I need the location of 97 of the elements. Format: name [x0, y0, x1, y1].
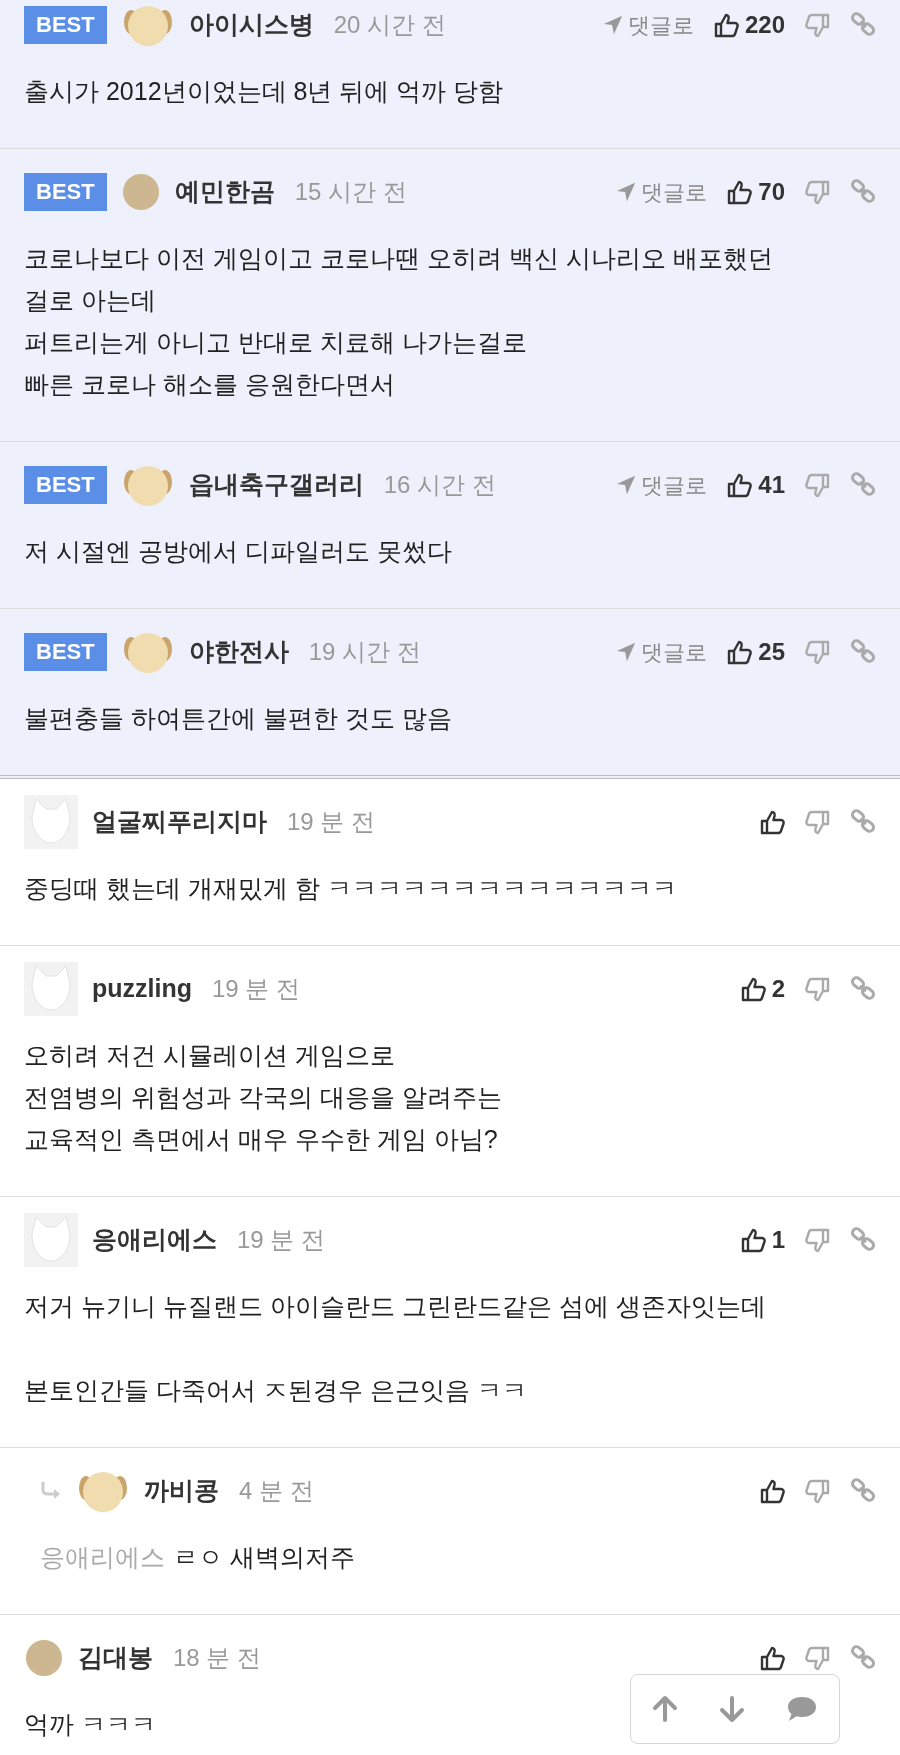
thumbs-up-icon [740, 1227, 766, 1253]
thumbs-up-icon [760, 1645, 785, 1671]
timestamp: 4 분 전 [239, 1476, 314, 1506]
comment-text: 불편충들 하여튼간에 불편한 것도 많음 [24, 703, 452, 734]
permalink-button[interactable] [850, 179, 876, 205]
like-button[interactable] [760, 1478, 785, 1504]
like-button[interactable]: 25 [727, 634, 785, 670]
thumbs-up-icon [760, 1478, 785, 1504]
best-badge: BEST [24, 465, 107, 505]
author-name[interactable]: 예민한곰 [174, 173, 275, 211]
timestamp: 19 분 전 [287, 807, 376, 837]
like-button[interactable] [760, 809, 785, 835]
comment-text: 저거 뉴기니 뉴질랜드 아이슬란드 그린란드같은 섬에 생존자잇는데 [24, 1291, 766, 1322]
thumbs-down-icon [805, 639, 830, 665]
down-arrow-icon [719, 1695, 745, 1723]
author-name[interactable]: 읍내축구갤러리 [188, 466, 364, 504]
like-button[interactable]: 70 [727, 174, 785, 210]
comment-text: 중딩때 했는데 개재밌게 함 ㅋㅋㅋㅋㅋㅋㅋㅋㅋㅋㅋㅋㅋㅋ [24, 873, 677, 904]
animal-avatar-icon [24, 795, 78, 849]
thumbs-up-icon [760, 809, 785, 835]
permalink-button[interactable] [850, 976, 876, 1002]
permalink-button[interactable] [850, 1478, 876, 1504]
permalink-button[interactable] [850, 12, 876, 38]
author-name[interactable]: 아이시스병 [188, 6, 314, 44]
author-name[interactable]: 김대봉 [78, 1639, 153, 1677]
send-arrow-icon [615, 474, 638, 496]
author-name[interactable]: 야한전사 [188, 633, 289, 671]
dislike-button[interactable] [805, 639, 830, 665]
comment-text: 저 시절엔 공방에서 디파일러도 못썼다 [24, 536, 452, 567]
thumbs-down-icon [805, 1478, 830, 1504]
thumbs-up-icon [727, 639, 753, 665]
link-icon [850, 12, 876, 38]
dislike-button[interactable] [805, 179, 830, 205]
comment-text: 억까 ㅋㅋㅋ [24, 1709, 156, 1740]
link-icon [850, 976, 876, 1002]
permalink-button[interactable] [850, 1227, 876, 1253]
thumbs-down-icon [805, 976, 830, 1002]
best-badge: BEST [24, 172, 107, 212]
like-button[interactable] [760, 1645, 785, 1671]
author-name[interactable]: 까비콩 [144, 1472, 219, 1510]
comment-text: 본토인간들 다죽어서 ㅈ된경우 은근잇음 ㅋㅋ [24, 1375, 527, 1406]
timestamp: 15 시간 전 [294, 177, 407, 207]
link-icon [850, 639, 876, 665]
comment-text: 코로나보다 이전 게임이고 코로나땐 오히려 백신 시나리오 배포했던 걸로 아는데 퍼트리는게 아니고 반대로 치료해 나가는걸로 빠른 코로나 해소를 응원한다면서 [24, 243, 773, 400]
timestamp: 19 분 전 [212, 974, 300, 1004]
best-badge: BEST [24, 5, 107, 45]
permalink-button[interactable] [850, 809, 876, 835]
author-name[interactable]: 응애리에스 [92, 1221, 217, 1259]
thumbs-up-icon [727, 179, 753, 205]
up-arrow-icon [651, 1695, 678, 1723]
timestamp: 19 시간 전 [308, 637, 421, 667]
link-icon [850, 1645, 876, 1671]
link-icon [850, 472, 876, 498]
comment-text: 출시가 2012년이었는데 8년 뒤에 억까 당함 [24, 76, 504, 107]
avatar-icon [120, 172, 161, 212]
comment-text: 오히려 저건 시뮬레이션 게임으로 전염병의 위험성과 각국의 대응을 알려주는 교육적인 측면에서 매우 우수한 게임 아님? [24, 1040, 502, 1155]
animal-avatar-icon [24, 962, 78, 1016]
author-name[interactable]: 얼굴찌푸리지마 [92, 803, 267, 841]
thumbs-down-icon [805, 809, 830, 835]
thumbs-down-icon [805, 12, 830, 38]
thumbs-up-icon [727, 472, 753, 498]
speech-bubble-icon [786, 1695, 819, 1723]
thumbs-down-icon [805, 1645, 830, 1671]
link-icon [850, 809, 876, 835]
best-badge: BEST [24, 632, 107, 672]
timestamp: 19 분 전 [237, 1225, 326, 1255]
like-button[interactable]: 220 [713, 7, 785, 43]
comment-text: 응애리에스 ㄹㅇ 새벽의저주 [40, 1542, 355, 1573]
link-icon [850, 1227, 876, 1253]
permalink-button[interactable] [850, 639, 876, 665]
send-arrow-icon [615, 181, 638, 203]
thumbs-down-icon [805, 179, 830, 205]
send-arrow-icon [615, 641, 638, 663]
link-icon [850, 1478, 876, 1504]
dislike-button[interactable] [805, 1227, 830, 1253]
thumbs-up-icon [713, 12, 739, 38]
dislike-button[interactable] [805, 1478, 830, 1504]
dislike-button[interactable] [805, 1645, 830, 1671]
like-button[interactable]: 2 [740, 971, 785, 1007]
timestamp: 20 시간 전 [333, 10, 446, 40]
dislike-button[interactable] [805, 472, 830, 498]
permalink-button[interactable] [850, 472, 876, 498]
dislike-button[interactable] [805, 12, 830, 38]
dislike-button[interactable] [805, 809, 830, 835]
thumbs-up-icon [740, 976, 766, 1002]
animal-avatar-icon [24, 1213, 78, 1267]
avatar-icon [24, 1638, 64, 1678]
link-icon [850, 179, 876, 205]
like-button[interactable]: 1 [740, 1222, 785, 1258]
timestamp: 18 분 전 [173, 1643, 262, 1673]
thumbs-down-icon [805, 472, 830, 498]
permalink-button[interactable] [850, 1645, 876, 1671]
like-button[interactable]: 41 [727, 467, 785, 503]
dislike-button[interactable] [805, 976, 830, 1002]
author-name[interactable]: puzzling [92, 970, 192, 1008]
timestamp: 16 시간 전 [383, 470, 496, 500]
thumbs-down-icon [805, 1227, 830, 1253]
